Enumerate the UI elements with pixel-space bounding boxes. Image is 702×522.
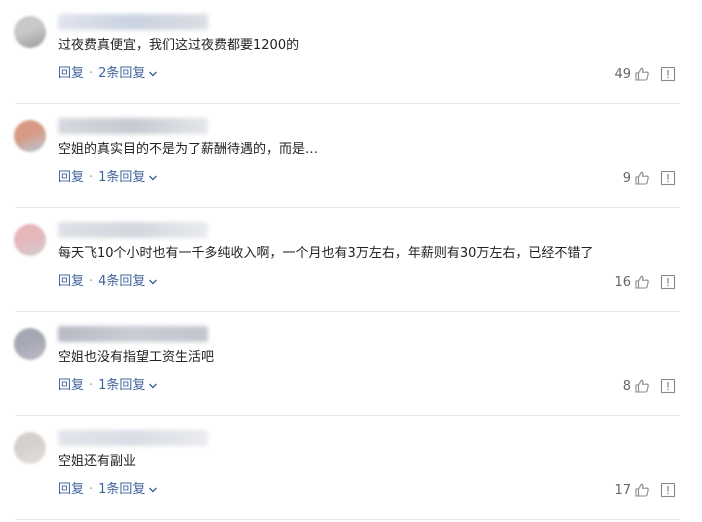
report-icon[interactable] (660, 66, 676, 82)
like-count: 9 (622, 170, 631, 186)
comment-list: 过夜费真便宜，我们这过夜费都要1200的 回复 · 2条回复 49 空姐的真实目… (0, 0, 702, 520)
comment-item: 空姐还有副业 回复 · 1条回复 17 (0, 416, 702, 520)
like-count: 49 (614, 66, 631, 82)
report-icon[interactable] (660, 170, 676, 186)
comment-meta: 49 (614, 64, 676, 84)
thumbs-up-icon[interactable] (634, 378, 650, 394)
thumbs-up-icon[interactable] (634, 170, 650, 186)
reply-button[interactable]: 回复 (58, 376, 84, 396)
comment-actions: 回复 · 1条回复 (58, 376, 158, 396)
chevron-down-icon[interactable] (148, 173, 158, 183)
comment-meta: 17 (614, 480, 676, 500)
report-icon[interactable] (660, 274, 676, 290)
separator-dot: · (89, 378, 94, 393)
comment-actions: 回复 · 2条回复 (58, 64, 158, 84)
comment-item: 每天飞10个小时也有一千多纯收入啊，一个月也有3万左右，年薪则有30万左右，已经… (0, 208, 702, 312)
reply-button[interactable]: 回复 (58, 272, 84, 292)
separator-dot: · (89, 274, 94, 289)
separator-dot: · (89, 482, 94, 497)
username-blurred[interactable] (58, 326, 208, 342)
chevron-down-icon[interactable] (148, 277, 158, 287)
comment-item: 空姐的真实目的不是为了薪酬待遇的，而是… 回复 · 1条回复 9 (0, 104, 702, 208)
reply-button[interactable]: 回复 (58, 480, 84, 500)
comment-text: 过夜费真便宜，我们这过夜费都要1200的 (58, 38, 300, 53)
comment-item: 空姐也没有指望工资生活吧 回复 · 1条回复 8 (0, 312, 702, 416)
username-blurred[interactable] (58, 118, 208, 134)
report-icon[interactable] (660, 378, 676, 394)
like-count: 8 (622, 378, 631, 394)
like-count: 16 (614, 274, 631, 290)
reply-button[interactable]: 回复 (58, 64, 84, 84)
reply-button[interactable]: 回复 (58, 168, 84, 188)
comment-item: 过夜费真便宜，我们这过夜费都要1200的 回复 · 2条回复 49 (0, 0, 702, 104)
comment-actions: 回复 · 4条回复 (58, 272, 158, 292)
comment-text: 空姐也没有指望工资生活吧 (58, 350, 215, 365)
comment-actions: 回复 · 1条回复 (58, 480, 158, 500)
chevron-down-icon[interactable] (148, 485, 158, 495)
chevron-down-icon[interactable] (148, 381, 158, 391)
separator-dot: · (89, 170, 94, 185)
avatar[interactable] (14, 120, 46, 152)
avatar[interactable] (14, 224, 46, 256)
view-replies-button[interactable]: 4条回复 (98, 272, 145, 292)
avatar[interactable] (14, 16, 46, 48)
view-replies-button[interactable]: 1条回复 (98, 480, 145, 500)
view-replies-button[interactable]: 1条回复 (98, 168, 145, 188)
avatar[interactable] (14, 432, 46, 464)
thumbs-up-icon[interactable] (634, 274, 650, 290)
comment-actions: 回复 · 1条回复 (58, 168, 158, 188)
thumbs-up-icon[interactable] (634, 482, 650, 498)
separator-dot: · (89, 66, 94, 81)
avatar[interactable] (14, 328, 46, 360)
comment-meta: 8 (623, 376, 676, 396)
comment-text: 每天飞10个小时也有一千多纯收入啊，一个月也有3万左右，年薪则有30万左右，已经… (58, 246, 594, 261)
like-count: 17 (614, 482, 631, 498)
chevron-down-icon[interactable] (148, 69, 158, 79)
comment-meta: 9 (623, 168, 676, 188)
comment-meta: 16 (614, 272, 676, 292)
comment-text: 空姐还有副业 (58, 454, 137, 469)
username-blurred[interactable] (58, 222, 208, 238)
username-blurred[interactable] (58, 14, 208, 30)
username-blurred[interactable] (58, 430, 208, 446)
report-icon[interactable] (660, 482, 676, 498)
thumbs-up-icon[interactable] (634, 66, 650, 82)
view-replies-button[interactable]: 2条回复 (98, 64, 145, 84)
comment-text: 空姐的真实目的不是为了薪酬待遇的，而是… (58, 142, 319, 157)
view-replies-button[interactable]: 1条回复 (98, 376, 145, 396)
